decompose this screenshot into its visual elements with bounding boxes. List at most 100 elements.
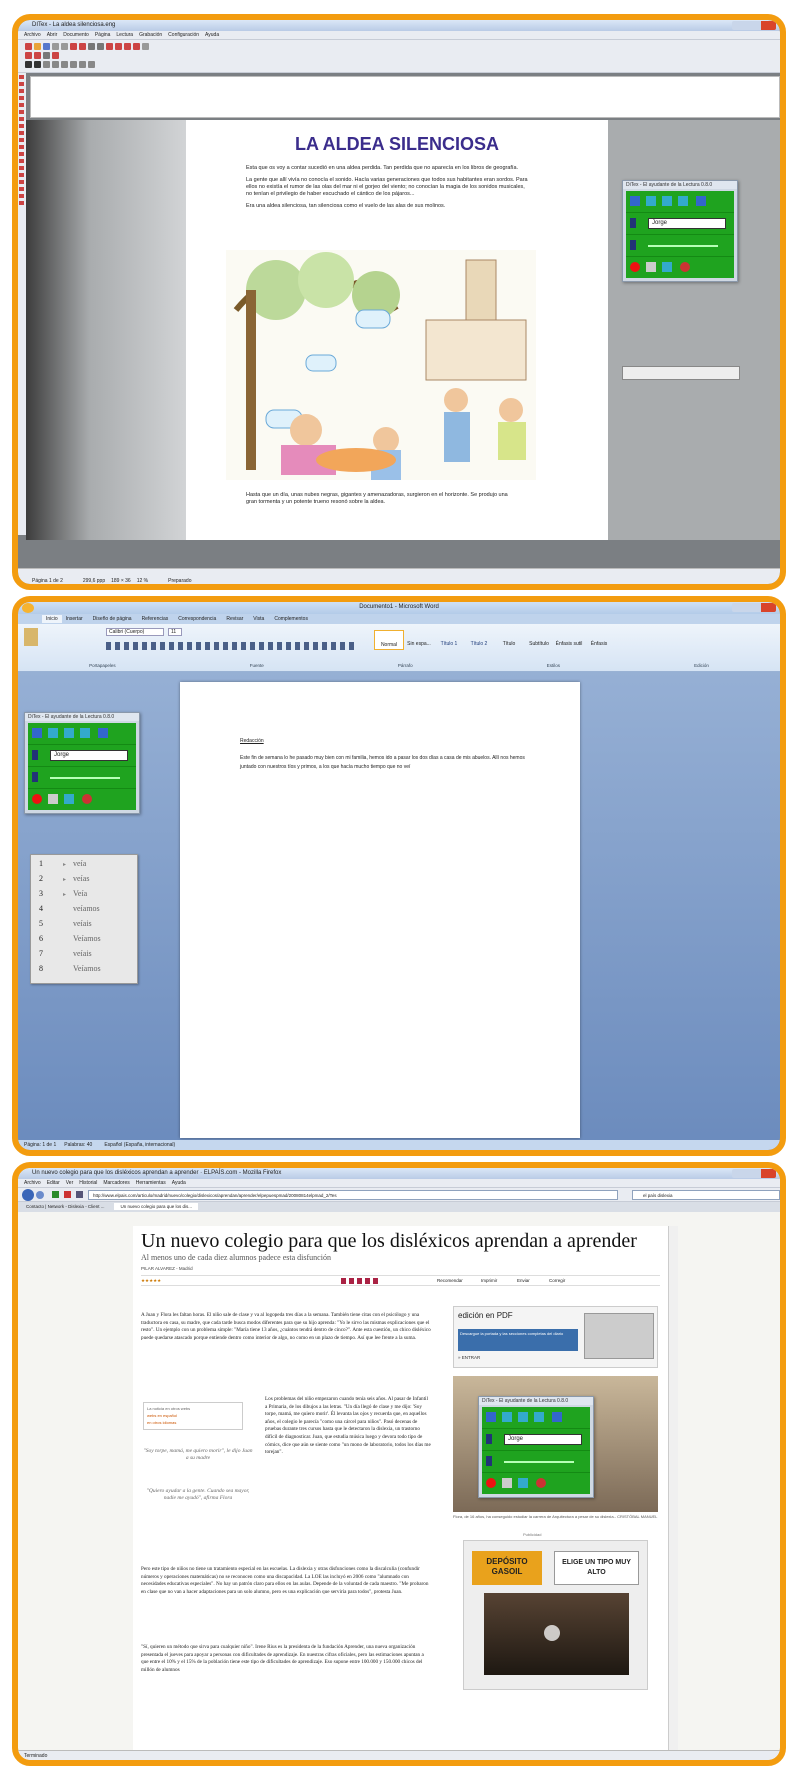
speed-slider[interactable]: [50, 777, 120, 779]
window-controls[interactable]: [732, 21, 776, 30]
tab-vista[interactable]: Vista: [253, 616, 264, 622]
stop-icon[interactable]: [502, 1478, 512, 1488]
play-next-icon[interactable]: [64, 728, 74, 738]
back-icon[interactable]: [22, 1189, 34, 1201]
list-item[interactable]: 8 Veíamos: [39, 964, 129, 979]
help-icon[interactable]: [680, 262, 690, 272]
advertisement[interactable]: DEPÓSITO GASOIL ELIGE UN TIPO MUY ALTO: [463, 1540, 648, 1690]
stop-icon[interactable]: [552, 1412, 562, 1422]
tool-icon[interactable]: [115, 43, 122, 50]
voice-select[interactable]: Jorge: [504, 1434, 582, 1445]
imprimir-button[interactable]: Imprimir: [481, 1276, 497, 1286]
play-icon[interactable]: [48, 728, 58, 738]
list-item[interactable]: 6 Veíamos: [39, 934, 129, 949]
menu-marcadores[interactable]: Marcadores: [103, 1180, 129, 1186]
speed-slider[interactable]: [504, 1461, 574, 1463]
list-item[interactable]: 1 ▸ veía: [39, 859, 129, 874]
menu-abrir[interactable]: Abrir: [47, 32, 58, 38]
search-input[interactable]: el país dislexia: [632, 1190, 780, 1200]
menu-herramientas[interactable]: Herramientas: [136, 1180, 166, 1186]
play-icon[interactable]: [502, 1412, 512, 1422]
paste-icon[interactable]: [24, 628, 38, 646]
tool-icon[interactable]: [97, 43, 104, 50]
style-titulo[interactable]: Título: [494, 630, 524, 650]
play-icon[interactable]: [662, 262, 672, 272]
forward-icon[interactable]: [36, 1191, 44, 1199]
tool-icon[interactable]: [43, 43, 50, 50]
tool-icon[interactable]: [124, 43, 131, 50]
voice-select[interactable]: Jorge: [50, 750, 128, 761]
tool-icon[interactable]: [43, 52, 50, 59]
tab-insertar[interactable]: Insertar: [66, 616, 83, 622]
box-link[interactable]: webs en español: [147, 1412, 239, 1419]
forward-icon[interactable]: [80, 728, 90, 738]
style-titulo1[interactable]: Título 1: [434, 630, 464, 650]
tab-complementos[interactable]: Complementos: [274, 616, 308, 622]
tool-icon[interactable]: [133, 43, 140, 50]
menu-ayuda[interactable]: Ayuda: [205, 32, 219, 38]
tool-icon[interactable]: [61, 61, 68, 68]
menu-archivo[interactable]: Archivo: [24, 1180, 41, 1186]
tool-icon[interactable]: [52, 52, 59, 59]
tool-icon[interactable]: [43, 61, 50, 68]
style-enfasis-sutil[interactable]: Énfasis sutil: [554, 630, 584, 650]
forward-icon[interactable]: [534, 1412, 544, 1422]
tool-icon[interactable]: [70, 43, 77, 50]
speaker-icon[interactable]: [32, 728, 42, 738]
tab-article[interactable]: Un nuevo colegio para que los dis...: [114, 1203, 198, 1210]
play-icon[interactable]: [544, 1625, 560, 1641]
menu-documento[interactable]: Documento: [63, 32, 89, 38]
tool-icon[interactable]: [25, 52, 32, 59]
tab-contacto[interactable]: Contacto | Network - Dislexia - Client .…: [26, 1204, 104, 1209]
forward-icon[interactable]: [678, 196, 688, 206]
menu-lectura[interactable]: Lectura: [116, 32, 133, 38]
record-icon[interactable]: [32, 794, 42, 804]
reload-icon[interactable]: [52, 1191, 59, 1198]
tool-icon[interactable]: [52, 61, 59, 68]
list-item[interactable]: 3 ▸ Veía: [39, 889, 129, 904]
menu-ver[interactable]: Ver: [66, 1180, 74, 1186]
pdf-enter-link[interactable]: » ENTRAR: [458, 1355, 480, 1360]
list-item[interactable]: 2 ▸ veías: [39, 874, 129, 889]
format-buttons[interactable]: [106, 642, 356, 650]
play-icon[interactable]: [646, 196, 656, 206]
play-icon[interactable]: [64, 794, 74, 804]
speaker-icon[interactable]: [630, 196, 640, 206]
corregir-button[interactable]: Corregir: [549, 1276, 565, 1286]
tool-icon[interactable]: [88, 43, 95, 50]
tool-icon[interactable]: [25, 61, 32, 68]
rating-stars[interactable]: ★★★★★: [141, 1278, 161, 1283]
list-item[interactable]: 5 veíais: [39, 919, 129, 934]
menu-grabacion[interactable]: Grabación: [139, 32, 162, 38]
tab-diseno[interactable]: Diseño de página: [93, 616, 132, 622]
text-bar[interactable]: [30, 76, 780, 118]
font-select[interactable]: Calibri (Cuerpo): [106, 628, 164, 636]
menu-ayuda[interactable]: Ayuda: [172, 1180, 186, 1186]
tool-icon[interactable]: [52, 43, 59, 50]
record-icon[interactable]: [630, 262, 640, 272]
tool-icon[interactable]: [79, 43, 86, 50]
input-box[interactable]: [622, 366, 740, 380]
enviar-button[interactable]: Enviar: [517, 1276, 530, 1286]
style-subtitulo[interactable]: Subtítulo: [524, 630, 554, 650]
window-controls[interactable]: [732, 603, 776, 612]
stop-icon[interactable]: [696, 196, 706, 206]
menu-editar[interactable]: Editar: [47, 1180, 60, 1186]
play-icon[interactable]: [518, 1478, 528, 1488]
box-link[interactable]: en otros idiomas: [147, 1419, 239, 1426]
tool-icon[interactable]: [70, 61, 77, 68]
help-icon[interactable]: [536, 1478, 546, 1488]
tool-icon[interactable]: [34, 52, 41, 59]
document-page[interactable]: Redacción Este fin de semana lo he pasad…: [180, 682, 580, 1138]
speaker-icon[interactable]: [486, 1412, 496, 1422]
stop-icon[interactable]: [64, 1191, 71, 1198]
list-item[interactable]: 7 veíais: [39, 949, 129, 964]
tool-icon[interactable]: [25, 43, 32, 50]
menu-archivo[interactable]: Archivo: [24, 32, 41, 38]
list-item[interactable]: 4 veíamos: [39, 904, 129, 919]
tab-referencias[interactable]: Referencias: [142, 616, 169, 622]
vertical-scrollbar[interactable]: [668, 1226, 678, 1756]
speed-slider[interactable]: [648, 245, 718, 247]
size-select[interactable]: 11: [168, 628, 182, 636]
stop-icon[interactable]: [646, 262, 656, 272]
